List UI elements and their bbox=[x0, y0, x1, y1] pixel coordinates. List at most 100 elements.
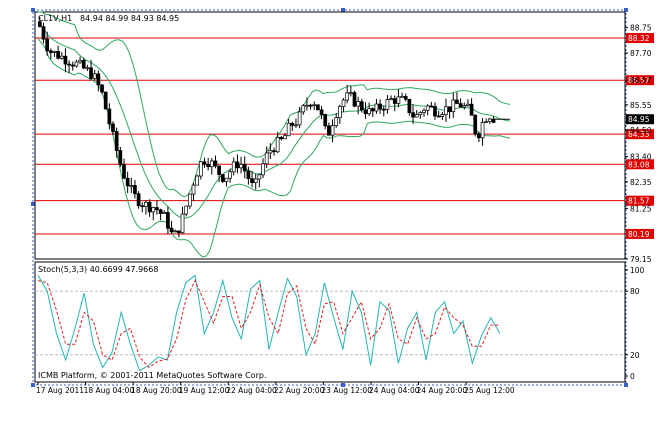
candle-body bbox=[103, 91, 108, 110]
candle-body bbox=[151, 207, 156, 213]
candle-body bbox=[144, 201, 148, 207]
candle-body bbox=[356, 101, 361, 107]
candle-body bbox=[59, 55, 64, 59]
candle-body bbox=[389, 98, 393, 100]
candle-body bbox=[316, 104, 320, 111]
candle-body bbox=[257, 174, 262, 180]
candle-body bbox=[374, 103, 379, 112]
candle-body bbox=[403, 96, 408, 100]
candle-body bbox=[125, 177, 130, 187]
stoch-tick-label: 0 bbox=[630, 372, 635, 381]
candle-body bbox=[184, 205, 189, 215]
candle-body bbox=[484, 121, 489, 123]
candle-body bbox=[411, 112, 415, 118]
candle-body bbox=[122, 164, 126, 179]
candle-body bbox=[209, 160, 214, 168]
candle-body bbox=[348, 92, 353, 94]
candle-body bbox=[359, 101, 364, 111]
candle-body bbox=[173, 230, 178, 233]
candle-body bbox=[242, 164, 247, 172]
candle-body bbox=[231, 161, 236, 173]
time-tick-label: 22 Aug 04:00 bbox=[226, 386, 277, 395]
candle-body bbox=[198, 161, 203, 177]
candle-body bbox=[338, 106, 342, 119]
footer-copyright: ICMB Platform, © 2001-2011 MetaQuotes So… bbox=[38, 371, 267, 380]
time-tick-label: 18 Aug 20:00 bbox=[131, 386, 182, 395]
candle-body bbox=[195, 175, 200, 186]
candle-body bbox=[308, 104, 313, 107]
candle-body bbox=[48, 50, 53, 53]
ohlc-header: 84.94 84.99 84.93 84.95 bbox=[80, 14, 179, 23]
candle-body bbox=[451, 99, 456, 112]
candle-body bbox=[436, 115, 441, 118]
candle-body bbox=[396, 96, 401, 104]
time-tick-label: 24 Aug 04:00 bbox=[369, 386, 420, 395]
candle-body bbox=[118, 150, 123, 166]
time-tick-label: 22 Aug 20:00 bbox=[274, 386, 325, 395]
candle-body bbox=[367, 108, 371, 115]
stoch-tick-label: 20 bbox=[630, 351, 640, 360]
candle-body bbox=[78, 60, 82, 63]
price-tick-label: 85.55 bbox=[630, 101, 652, 110]
selection-handle bbox=[624, 383, 628, 387]
candle-body bbox=[466, 103, 470, 106]
candle-body bbox=[323, 114, 328, 127]
candle-body bbox=[279, 137, 284, 140]
candle-body bbox=[473, 114, 478, 135]
selection-handle bbox=[31, 8, 35, 12]
candle-body bbox=[422, 109, 426, 113]
candle-body bbox=[290, 122, 295, 126]
candle-body bbox=[462, 105, 467, 108]
candle-body bbox=[455, 99, 459, 104]
candle-body bbox=[261, 163, 265, 176]
candle-body bbox=[341, 99, 346, 107]
stoch-tick-label: 80 bbox=[630, 287, 640, 296]
candle-body bbox=[202, 161, 207, 165]
candle-body bbox=[169, 227, 174, 233]
candle-body bbox=[477, 133, 481, 139]
candle-body bbox=[187, 193, 192, 207]
candle-body bbox=[272, 150, 276, 153]
candle-body bbox=[220, 174, 225, 182]
level-label: 80.19 bbox=[628, 230, 650, 239]
candle-body bbox=[327, 125, 331, 136]
candle-body bbox=[283, 135, 287, 140]
candle-body bbox=[440, 114, 445, 117]
candle-body bbox=[488, 118, 492, 122]
candle-body bbox=[162, 212, 167, 214]
selection-handle bbox=[31, 202, 35, 206]
candle-body bbox=[100, 84, 104, 93]
selection-handle bbox=[624, 8, 628, 12]
time-tick-label: 25 Aug 12:00 bbox=[464, 386, 515, 395]
candle-body bbox=[264, 152, 269, 165]
time-tick-label: 17 Aug 2011 bbox=[36, 386, 84, 395]
candle-body bbox=[41, 26, 46, 40]
candle-body bbox=[301, 105, 306, 113]
stoch-tick-label: 100 bbox=[630, 266, 645, 275]
candle-body bbox=[45, 38, 49, 52]
candle-body bbox=[400, 96, 404, 98]
candle-body bbox=[286, 122, 291, 137]
candle-body bbox=[107, 108, 112, 125]
candle-body bbox=[158, 209, 163, 214]
candle-body bbox=[70, 64, 75, 67]
candle-body bbox=[136, 193, 141, 207]
candle-body bbox=[433, 106, 437, 117]
candle-body bbox=[469, 103, 474, 116]
candle-body bbox=[297, 111, 302, 126]
current-price-label: 84.95 bbox=[628, 115, 650, 124]
candle-body bbox=[429, 105, 434, 108]
candle-body bbox=[418, 112, 423, 115]
candle-body bbox=[235, 161, 240, 169]
candle-body bbox=[480, 122, 485, 139]
candle-body bbox=[129, 185, 134, 187]
candle-body bbox=[378, 103, 382, 110]
candle-body bbox=[191, 184, 196, 195]
candle-body bbox=[319, 109, 324, 115]
candle-body bbox=[140, 205, 145, 208]
candle-body bbox=[56, 51, 60, 59]
candle-body bbox=[52, 51, 57, 53]
selection-handle bbox=[31, 383, 35, 387]
candle-body bbox=[352, 92, 357, 107]
price-tick-label: 82.35 bbox=[630, 178, 652, 187]
